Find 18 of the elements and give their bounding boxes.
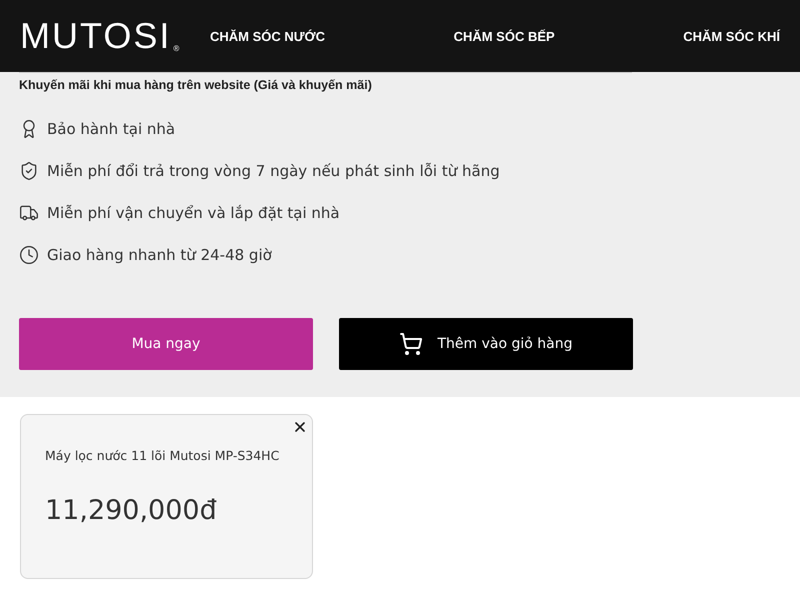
benefit-text: Giao hàng nhanh từ 24-48 giờ bbox=[47, 246, 272, 264]
nav-link[interactable]: CHĂM SÓC BẾP bbox=[454, 28, 555, 44]
benefit-text: Miễn phí vận chuyển và lắp đặt tại nhà bbox=[47, 204, 340, 222]
benefit-text: Bảo hành tại nhà bbox=[47, 120, 176, 138]
product-name: Máy lọc nước 11 lõi Mutosi MP-S34HC bbox=[45, 447, 280, 465]
add-to-cart-button[interactable]: Thêm vào giỏ hàng bbox=[339, 318, 633, 370]
nav-link[interactable]: CHĂM SÓC NƯỚC bbox=[210, 28, 326, 44]
logo[interactable]: MUTOSI® bbox=[20, 15, 210, 57]
clock-icon bbox=[19, 245, 39, 265]
buy-now-button[interactable]: Mua ngay bbox=[19, 318, 313, 370]
product-price: 11,290,000đ bbox=[45, 495, 218, 526]
close-button[interactable] bbox=[292, 419, 308, 435]
benefit-text: Miễn phí đổi trả trong vòng 7 ngày nếu phát sinh lỗi từ hãng bbox=[47, 162, 500, 180]
promo-title: Khuyến mãi khi mua hàng trên website (Giá và khuyến mãi) bbox=[19, 78, 373, 92]
truck-icon bbox=[19, 203, 39, 223]
cart-icon bbox=[399, 332, 424, 356]
nav-link[interactable]: CHĂM SÓC KHÍ bbox=[683, 28, 780, 44]
shield-icon bbox=[19, 161, 39, 181]
